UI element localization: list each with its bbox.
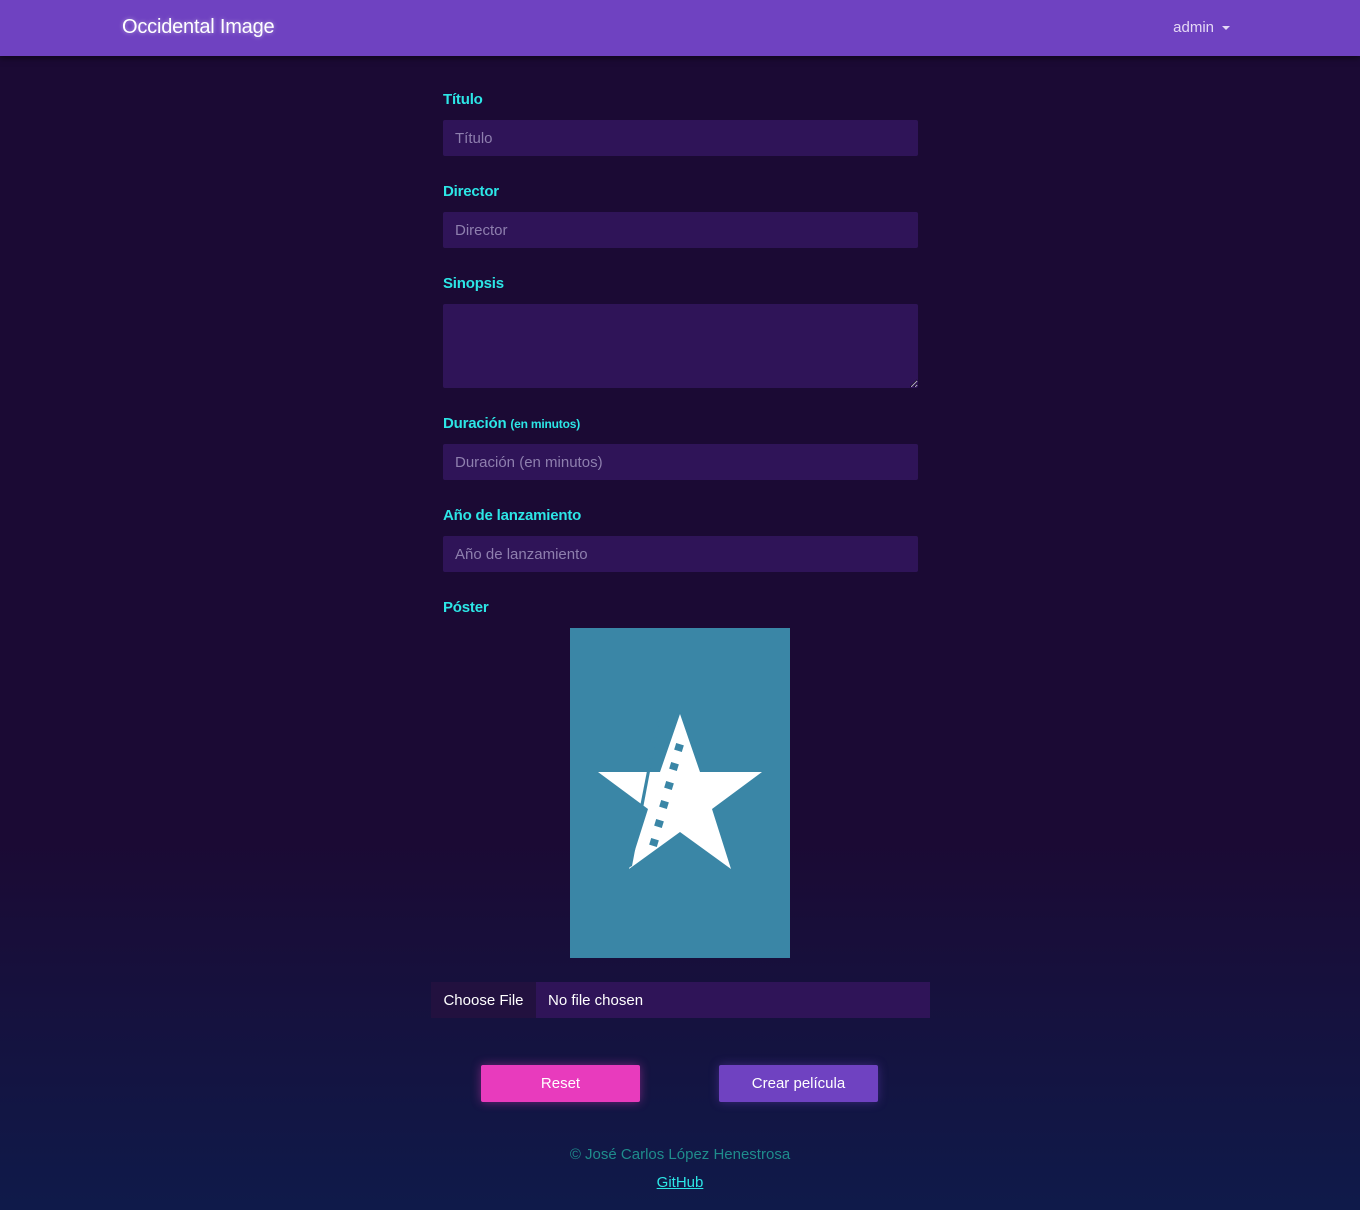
duration-label: Duración (en minutos): [443, 415, 580, 432]
poster-file-input[interactable]: Choose File No file chosen: [431, 982, 930, 1018]
director-input[interactable]: [443, 212, 918, 248]
reset-button[interactable]: Reset: [481, 1065, 640, 1102]
user-name: admin: [1173, 19, 1214, 36]
footer-github: GitHub: [0, 1174, 1360, 1191]
director-label: Director: [443, 183, 499, 200]
release-year-input[interactable]: [443, 536, 918, 572]
caret-down-icon: [1222, 25, 1230, 30]
create-movie-button[interactable]: Crear película: [719, 1065, 878, 1102]
footer-copyright: © José Carlos López Henestrosa: [569, 1146, 791, 1163]
duration-input[interactable]: [443, 444, 918, 480]
poster-preview: [570, 628, 790, 958]
choose-file-button[interactable]: Choose File: [431, 982, 536, 1018]
film-star-icon: [598, 714, 762, 869]
title-label: Título: [443, 91, 483, 108]
duration-label-text: Duración: [443, 415, 507, 432]
title-input[interactable]: [443, 120, 918, 156]
release-year-label: Año de lanzamiento: [443, 507, 582, 524]
poster-label: Póster: [443, 599, 489, 616]
user-menu-dropdown[interactable]: admin: [1173, 19, 1230, 36]
file-status: No file chosen: [536, 982, 930, 1018]
navbar: Occidental Image admin: [0, 0, 1360, 56]
synopsis-label: Sinopsis: [443, 275, 504, 292]
duration-label-unit: (en minutos): [510, 417, 580, 431]
brand-logo-link[interactable]: Occidental Image: [122, 16, 275, 39]
github-link[interactable]: GitHub: [657, 1174, 704, 1191]
synopsis-textarea[interactable]: [443, 304, 918, 388]
